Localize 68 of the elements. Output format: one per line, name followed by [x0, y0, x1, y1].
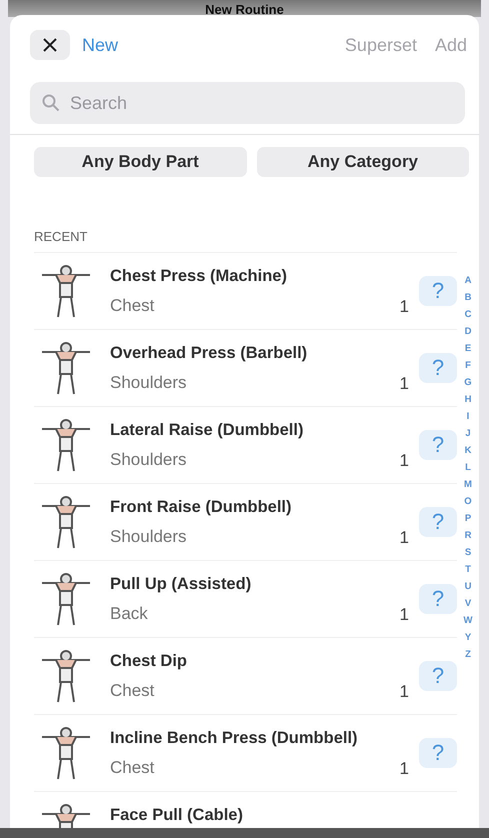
filter-button[interactable]: Any Body Part: [34, 147, 246, 177]
exercise-row[interactable]: Front Raise (Dumbbell) Shoulders 1 ?: [34, 483, 457, 560]
exercise-name: Pull Up (Assisted): [110, 574, 252, 594]
exercise-row[interactable]: Lateral Raise (Dumbbell) Shoulders 1 ?: [34, 406, 457, 483]
exercise-category: Shoulders: [110, 526, 188, 546]
background-title: New Routine: [205, 3, 284, 17]
help-button[interactable]: ?: [419, 507, 457, 537]
index-letter[interactable]: D: [464, 323, 472, 340]
index-letter[interactable]: I: [466, 408, 470, 425]
section-header: RECENT: [34, 229, 88, 244]
help-button[interactable]: ?: [419, 584, 457, 614]
index-letter[interactable]: P: [464, 510, 472, 527]
exercise-category: Chest: [110, 758, 156, 778]
index-letter[interactable]: O: [464, 493, 472, 510]
exercise-row[interactable]: Chest Press (Machine) Chest 1 ?: [34, 252, 457, 329]
help-button[interactable]: ?: [419, 353, 457, 383]
exercise-count: 1: [400, 374, 409, 394]
exercise-name: Incline Bench Press (Dumbbell): [110, 728, 359, 748]
index-letter[interactable]: K: [464, 442, 472, 459]
exercise-name: Chest Dip: [110, 652, 188, 670]
exercise-count: 1: [400, 759, 409, 779]
exercise-category: Back: [110, 604, 149, 624]
exercise-count: 1: [400, 682, 409, 702]
help-button[interactable]: ?: [419, 276, 457, 306]
index-letter[interactable]: F: [465, 357, 471, 374]
index-letter[interactable]: M: [464, 476, 472, 493]
exercise-name: Overhead Press (Barbell): [110, 344, 308, 362]
exercise-row[interactable]: Incline Bench Press (Dumbbell) Chest 1 ?: [34, 714, 457, 791]
index-letter[interactable]: U: [464, 578, 472, 595]
index-letter[interactable]: Z: [465, 646, 471, 663]
close-button[interactable]: [30, 30, 70, 60]
index-letter[interactable]: V: [464, 595, 472, 612]
exercise-category: Chest: [110, 680, 156, 700]
index-letter[interactable]: Y: [464, 629, 472, 646]
exercise-row[interactable]: Overhead Press (Barbell) Shoulders 1 ?: [34, 329, 457, 406]
exercise-name: Lateral Raise (Dumbbell): [110, 420, 304, 440]
exercise-count: 1: [400, 451, 409, 471]
exercise-name: Face Pull (Cable): [110, 806, 244, 824]
filter-button[interactable]: Any Category: [256, 147, 469, 177]
index-letter[interactable]: R: [464, 527, 472, 544]
close-icon: [43, 38, 57, 52]
index-letter[interactable]: G: [464, 374, 472, 391]
new-button[interactable]: New: [82, 34, 118, 56]
exercise-row[interactable]: Pull Up (Assisted) Back 1 ?: [34, 560, 457, 637]
index-letter[interactable]: A: [464, 272, 472, 289]
index-letter[interactable]: L: [465, 459, 471, 476]
index-letter[interactable]: W: [464, 612, 472, 629]
index-letter[interactable]: E: [464, 340, 472, 357]
index-letter[interactable]: B: [464, 289, 472, 306]
exercise-category: Shoulders: [110, 372, 188, 392]
help-button[interactable]: ?: [419, 661, 457, 691]
exercise-count: 1: [400, 605, 409, 625]
index-letter[interactable]: T: [465, 561, 471, 578]
exercise-count: 1: [400, 528, 409, 548]
search-icon: [42, 94, 60, 112]
exercise-row[interactable]: Chest Dip Chest 1 ?: [34, 637, 457, 714]
index-letter[interactable]: J: [465, 425, 471, 442]
help-button[interactable]: ?: [419, 738, 457, 768]
index-letter[interactable]: C: [464, 306, 472, 323]
exercise-category: Shoulders: [110, 450, 188, 470]
help-button[interactable]: ?: [419, 430, 457, 460]
exercise-name: Chest Press (Machine): [110, 266, 288, 286]
index-letter[interactable]: H: [464, 391, 472, 408]
exercise-category: Chest: [110, 296, 156, 316]
exercise-name: Front Raise (Dumbbell): [110, 498, 293, 516]
index-letter[interactable]: S: [464, 544, 472, 561]
exercise-count: 1: [400, 297, 409, 317]
search-field[interactable]: Search: [30, 82, 465, 124]
